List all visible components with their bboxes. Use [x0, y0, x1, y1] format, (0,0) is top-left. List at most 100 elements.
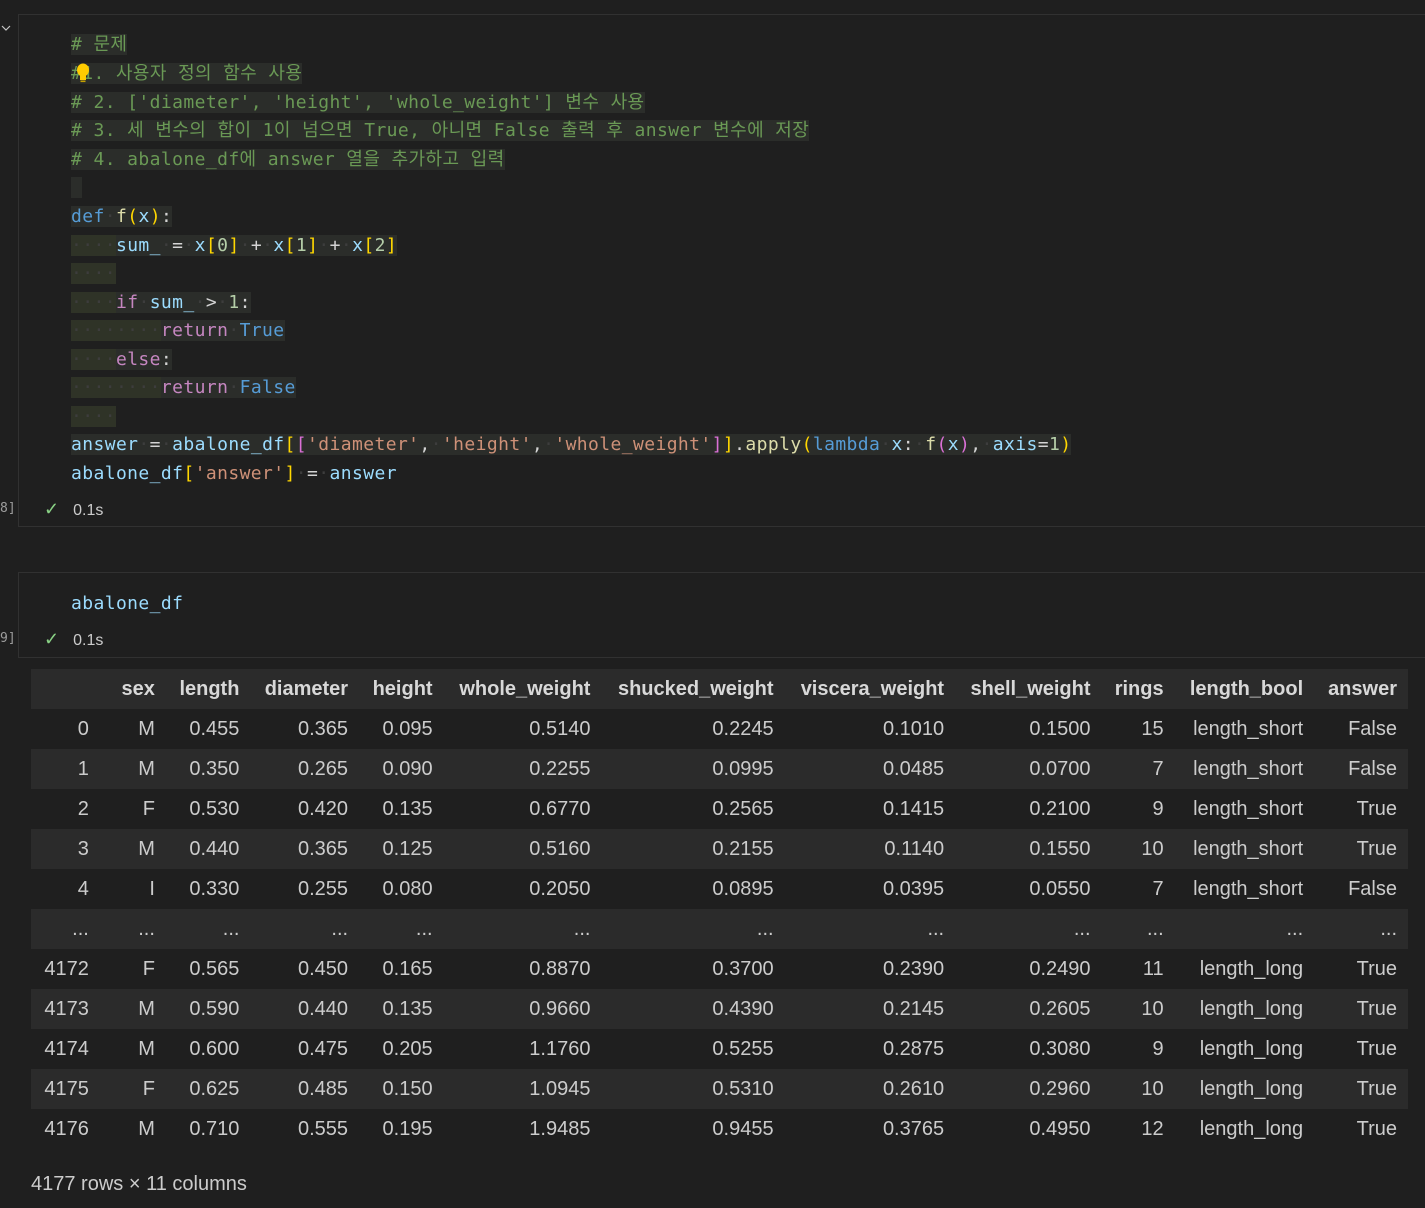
table-cell: 0.2960	[955, 1069, 1102, 1109]
row-index-cell: 0	[31, 709, 109, 749]
table-cell: 0.600	[165, 1029, 251, 1069]
code-line-return-true[interactable]: ········return·True	[71, 317, 285, 346]
row-index-cell: 1	[31, 749, 109, 789]
code-cell-2[interactable]	[18, 572, 1425, 658]
table-cell: False	[1314, 709, 1408, 749]
table-cell: M	[108, 1109, 166, 1149]
table-cell: 0.8870	[443, 949, 602, 989]
table-row: 2 F 0.530 0.420 0.135 0.6770 0.2565 0.1415 0.210…	[31, 789, 1408, 829]
table-cell: 0.135	[359, 789, 444, 829]
column-header: rings	[1101, 669, 1175, 709]
column-header: answer	[1314, 669, 1408, 709]
table-cell: length_long	[1174, 1029, 1315, 1069]
execution-time: 0.1s	[73, 502, 104, 519]
table-cell: 9	[1101, 789, 1175, 829]
table-cell: 0.090	[359, 749, 444, 789]
code-line-assign-column[interactable]: abalone_df['answer']·=·answer	[71, 460, 397, 489]
column-header: diameter	[250, 669, 360, 709]
success-check-icon: ✓	[44, 499, 60, 519]
table-row: 4176 M 0.710 0.555 0.195 1.9485 0.9455 0.3765 0.…	[31, 1109, 1408, 1149]
table-cell: 0.080	[359, 869, 444, 909]
table-cell: ...	[250, 909, 360, 949]
table-cell: 10	[1101, 829, 1175, 869]
table-row: 4174 M 0.600 0.475 0.205 1.1760 0.5255 0.2875 0.…	[31, 1029, 1408, 1069]
table-cell: 0.255	[250, 869, 360, 909]
code-line-abalone-df[interactable]: abalone_df	[71, 590, 183, 619]
table-cell: 0.3765	[784, 1109, 956, 1149]
table-cell: 0.2145	[784, 989, 956, 1029]
column-header: sex	[108, 669, 166, 709]
row-index-cell: ...	[31, 909, 109, 949]
table-cell: F	[108, 789, 166, 829]
table-cell: 0.2490	[955, 949, 1102, 989]
table-cell: length_long	[1174, 1069, 1315, 1109]
table-cell: F	[108, 1069, 166, 1109]
code-line-if[interactable]: ····if·sum_·>·1:	[71, 289, 251, 318]
table-cell: length_short	[1174, 829, 1315, 869]
table-cell: 0.440	[250, 989, 360, 1029]
table-row: 0 M 0.455 0.365 0.095 0.5140 0.2245 0.1010 0.150…	[31, 709, 1408, 749]
table-cell: ...	[1101, 909, 1175, 949]
table-cell: 0.0995	[601, 749, 785, 789]
index-header	[31, 669, 109, 709]
table-cell: 0.1415	[784, 789, 956, 829]
code-line-blank-2[interactable]: ····	[71, 403, 116, 432]
table-cell: 0.0550	[955, 869, 1102, 909]
table-cell: 0.590	[165, 989, 251, 1029]
code-line-4[interactable]: # 3. 세 변수의 합이 1이 넘으면 True, 아니면 False 출력 …	[71, 117, 810, 146]
table-cell: 0.5310	[601, 1069, 785, 1109]
code-line-return-false[interactable]: ········return·False	[71, 374, 296, 403]
row-index-cell: 4172	[31, 949, 109, 989]
table-cell: False	[1314, 749, 1408, 789]
column-header: length	[165, 669, 251, 709]
table-cell: length_short	[1174, 709, 1315, 749]
table-cell: 0.350	[165, 749, 251, 789]
collapse-chevron-icon[interactable]	[0, 22, 12, 34]
table-cell: 0.2255	[443, 749, 602, 789]
dataframe-shape-text: 4177 rows × 11 columns	[31, 1173, 247, 1195]
table-cell: 0.265	[250, 749, 360, 789]
table-cell: M	[108, 1029, 166, 1069]
table-row: 4 I 0.330 0.255 0.080 0.2050 0.0895 0.0395 0.055…	[31, 869, 1408, 909]
table-cell: M	[108, 709, 166, 749]
cell-1-status: ✓ 0.1s	[44, 499, 103, 519]
row-index-cell: 4176	[31, 1109, 109, 1149]
row-index-cell: 4174	[31, 1029, 109, 1069]
table-cell: 0.5140	[443, 709, 602, 749]
table-cell: 0.2875	[784, 1029, 956, 1069]
code-line-else[interactable]: ····else:	[71, 346, 173, 375]
table-row: 1 M 0.350 0.265 0.090 0.2255 0.0995 0.0485 0.070…	[31, 749, 1408, 789]
row-index-cell: 2	[31, 789, 109, 829]
code-line-answer-apply[interactable]: answer·=·abalone_df[['diameter',·'height…	[71, 431, 1072, 460]
table-header-row: sex length diameter height whole_weight shuck…	[31, 669, 1408, 709]
table-cell: 0.2050	[443, 869, 602, 909]
table-cell: 0.0485	[784, 749, 956, 789]
table-cell: 0.4950	[955, 1109, 1102, 1149]
table-cell: length_short	[1174, 789, 1315, 829]
lightbulb-icon[interactable]	[76, 63, 90, 83]
table-cell: length_short	[1174, 749, 1315, 789]
table-cell: 0.9660	[443, 989, 602, 1029]
table-cell: 0.485	[250, 1069, 360, 1109]
column-header: viscera_weight	[784, 669, 956, 709]
execution-time: 0.1s	[73, 632, 104, 649]
table-cell: 10	[1101, 989, 1175, 1029]
table-cell: 0.440	[165, 829, 251, 869]
table-cell: 0.205	[359, 1029, 444, 1069]
table-cell: 0.2610	[784, 1069, 956, 1109]
table-cell: 0.6770	[443, 789, 602, 829]
column-header: whole_weight	[443, 669, 602, 709]
code-line-3[interactable]: # 2. ['diameter', 'height', 'whole_weigh…	[71, 89, 645, 118]
code-line-2[interactable]: #1. 사용자 정의 함수 사용	[71, 60, 303, 89]
execution-count-2: 9]	[0, 631, 16, 646]
table-cell: ...	[359, 909, 444, 949]
success-check-icon: ✓	[44, 629, 60, 649]
code-line-5[interactable]: # 4. abalone_df에 answer 열을 추가하고 입력	[71, 146, 505, 175]
code-line-blank-1[interactable]: ····	[71, 260, 116, 289]
table-cell: False	[1314, 869, 1408, 909]
code-line-sum[interactable]: ····sum_·=·x[0]·+·x[1]·+·x[2]	[71, 232, 398, 261]
code-line-def[interactable]: def·f(x):	[71, 203, 173, 232]
code-line-6[interactable]	[71, 174, 83, 203]
code-line-1[interactable]: # 문제	[71, 31, 128, 60]
table-cell: length_long	[1174, 949, 1315, 989]
